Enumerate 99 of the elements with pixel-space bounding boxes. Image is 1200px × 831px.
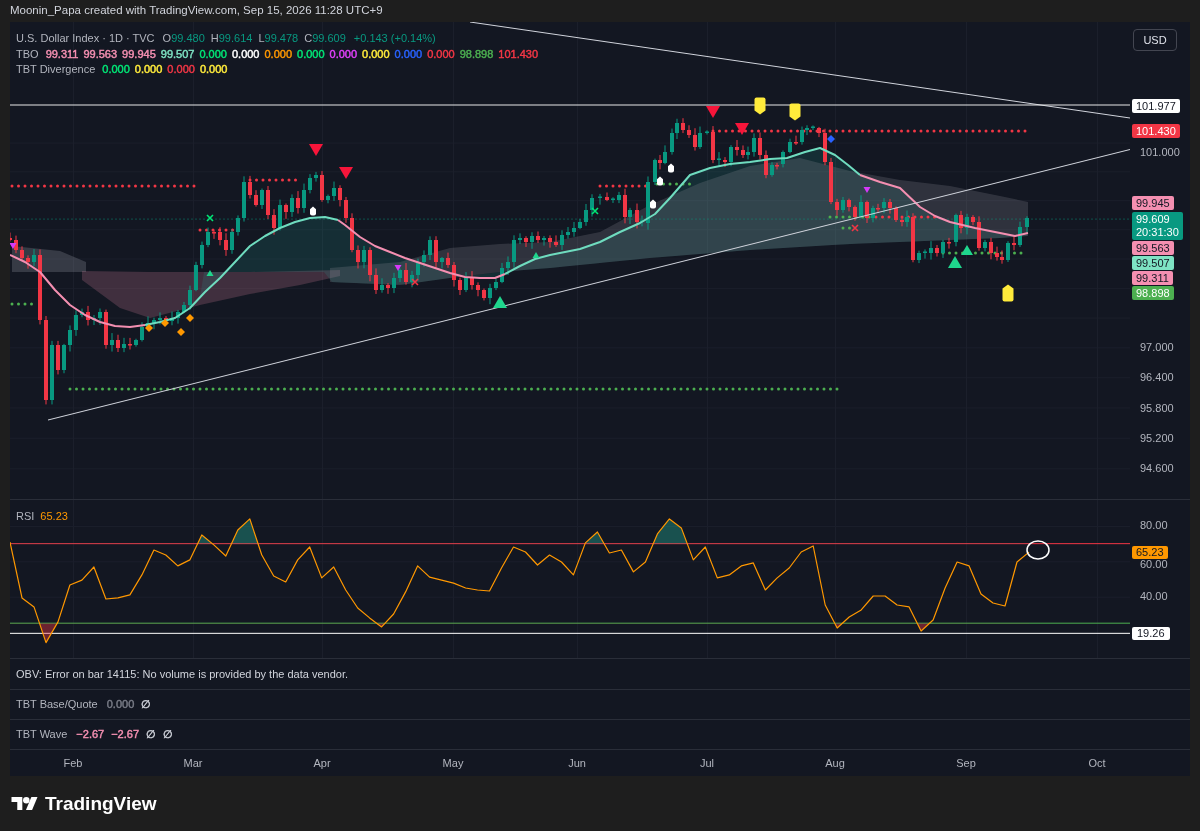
- pin-marker-icon: [668, 163, 674, 173]
- attribution-text: Moonin_Papa created with TradingView.com, Sep 15, 2026 11:28 UTC+9: [10, 3, 383, 19]
- time-axis-label: Feb: [62, 756, 84, 770]
- dotted-level-line: [841, 226, 851, 230]
- indicator-value: 0.000: [199, 46, 227, 62]
- down-triangle-icon: [309, 144, 323, 156]
- level-value-label: 19.26: [1132, 626, 1170, 640]
- up-triangle-icon: [206, 270, 214, 276]
- indicator-value: ∅: [146, 727, 157, 743]
- indicator-value: ∅: [163, 727, 174, 743]
- error-message: OBV: Error on bar 14115: No volume is provided by the data vendor.: [16, 666, 349, 682]
- up-triangle-icon: [532, 252, 540, 258]
- indicator-value: 99.563: [83, 46, 118, 62]
- indicator-value: 0.000: [362, 46, 390, 62]
- currency-button[interactable]: USD: [1133, 29, 1177, 51]
- indicator-value: 0.000: [102, 62, 130, 77]
- pin-marker-icon: [657, 176, 663, 186]
- pin-marker-icon: [754, 97, 766, 115]
- time-axis-label: May: [441, 756, 465, 770]
- down-triangle-icon: [10, 243, 17, 249]
- time-axis-label: Jun: [567, 756, 587, 770]
- indicator-value: 0.000: [329, 46, 358, 62]
- diamond-icon: [827, 135, 835, 143]
- x-mark-icon: [411, 278, 419, 286]
- pin-marker-icon: [310, 206, 316, 216]
- ohlc-value: O99.480: [162, 31, 205, 46]
- indicator-value: −2.67: [76, 727, 105, 743]
- time-axis-label: Apr: [312, 756, 332, 770]
- up-triangle-icon: [948, 256, 962, 268]
- ohlc-value: L99.478: [258, 31, 299, 46]
- indicator-value: 98.898: [459, 46, 494, 62]
- time-axis-label: Mar: [182, 756, 204, 770]
- indicator-value: 99.945: [122, 46, 156, 62]
- indicator-value: 0.000: [167, 62, 195, 77]
- pin-marker-icon: [789, 103, 801, 121]
- price-tick-label: 101.000: [1140, 144, 1180, 159]
- indicator-value: 0.000: [106, 697, 135, 713]
- up-triangle-icon: [493, 296, 507, 308]
- indicator-value: 0.000: [231, 46, 260, 62]
- rsi-value-label: 65.23: [1132, 545, 1168, 559]
- down-triangle-icon: [706, 106, 720, 118]
- indicator-value: 0.000: [134, 62, 163, 77]
- price-label: 99.311: [1132, 271, 1173, 285]
- indicator-value: 99.311: [45, 46, 79, 62]
- x-mark-icon: [206, 214, 214, 222]
- current-price: 99.609: [1136, 212, 1171, 226]
- ellipse-icon: [1026, 540, 1050, 560]
- ohlc-value: C99.609: [304, 31, 346, 46]
- time-axis-label: Jul: [698, 756, 716, 770]
- countdown-timer: 20:31:30: [1136, 225, 1179, 239]
- price-label: 99.507: [1132, 256, 1174, 271]
- indicator-name: TBO: [16, 46, 39, 62]
- logo-text: TradingView: [45, 792, 157, 815]
- down-triangle-icon: [394, 265, 402, 271]
- indicator-name: TBT Wave: [16, 727, 68, 743]
- ohlc-value: H99.614: [210, 31, 253, 46]
- time-axis-label: Sep: [955, 756, 977, 770]
- indicator-value: 0.000: [297, 46, 325, 62]
- rsi-tick-label: 60.00: [1140, 559, 1168, 571]
- price-label: 98.898: [1132, 286, 1174, 300]
- indicator-value: −2.67: [111, 727, 140, 743]
- price-label: 99.563: [1132, 240, 1174, 255]
- time-axis-label: Aug: [824, 756, 846, 770]
- price-tick-label: 94.600: [1140, 461, 1174, 476]
- logo-icon: [11, 797, 38, 810]
- indicator-value: 0.000: [427, 46, 455, 62]
- price-label: 99.945: [1132, 195, 1174, 210]
- dotted-level-line: [10, 302, 33, 306]
- price-label: 101.977: [1132, 98, 1180, 113]
- price-change: +0.143 (+0.14%): [353, 31, 436, 46]
- indicator-value: 99.507: [160, 46, 195, 62]
- price-label: 101.430: [1132, 123, 1180, 138]
- indicator-value: 0.000: [199, 62, 228, 77]
- indicator-name: TBT Divergence: [16, 62, 96, 77]
- x-mark-icon: [851, 224, 859, 232]
- dotted-level-line: [598, 184, 647, 188]
- x-mark-icon: [591, 207, 599, 215]
- price-tick-label: 95.200: [1140, 430, 1174, 445]
- down-triangle-icon: [735, 123, 749, 135]
- indicator-value: 65.23: [40, 509, 68, 524]
- down-triangle-icon: [339, 167, 353, 179]
- indicator-value: ∅: [141, 697, 152, 713]
- pin-marker-icon: [650, 199, 656, 209]
- dotted-level-line: [248, 178, 297, 182]
- price-tick-label: 97.000: [1140, 340, 1174, 355]
- time-axis-label: Oct: [1087, 756, 1107, 770]
- price-tick-label: 96.400: [1140, 370, 1174, 385]
- rsi-tick-label: 40.00: [1140, 591, 1168, 603]
- up-triangle-icon: [961, 244, 973, 256]
- indicator-name: RSI: [16, 509, 35, 524]
- rsi-tick-label: 80.00: [1140, 520, 1168, 532]
- indicator-name: TBT Base/Quote: [16, 697, 98, 713]
- price-tick-label: 95.800: [1140, 400, 1174, 415]
- pin-marker-icon: [1002, 284, 1014, 302]
- indicator-value: 101.430: [498, 46, 539, 62]
- symbol-title: U.S. Dollar Index · 1D · TVC: [16, 31, 155, 46]
- indicator-value: 0.000: [264, 46, 292, 62]
- down-triangle-icon: [863, 187, 871, 193]
- indicator-value: 0.000: [394, 46, 423, 62]
